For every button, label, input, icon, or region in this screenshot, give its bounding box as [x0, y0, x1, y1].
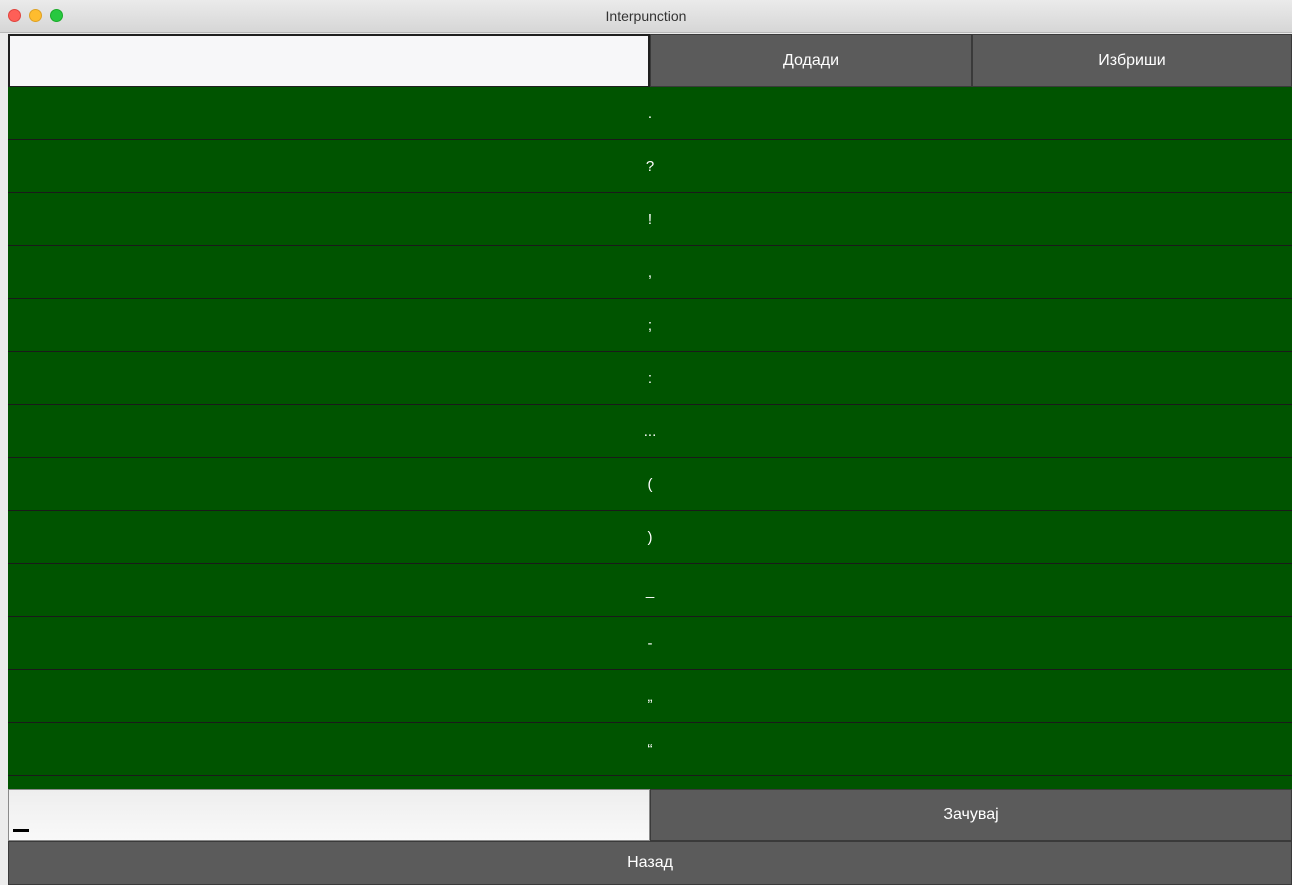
window-title: Interpunction	[605, 8, 687, 24]
list-item[interactable]: .	[8, 87, 1292, 140]
list-item[interactable]: „	[8, 670, 1292, 723]
list-item[interactable]: -	[8, 617, 1292, 670]
text-input[interactable]	[8, 789, 650, 841]
text-cursor	[13, 829, 29, 832]
title-bar: Interpunction	[0, 0, 1292, 33]
add-button[interactable]: Додади	[650, 34, 972, 87]
delete-button[interactable]: Избриши	[972, 34, 1292, 87]
punctuation-input[interactable]	[8, 34, 650, 88]
list-item[interactable]: “	[8, 723, 1292, 776]
list-item[interactable]: ;	[8, 299, 1292, 352]
list-item[interactable]	[8, 776, 1292, 789]
list-item[interactable]: _	[8, 564, 1292, 617]
list-item[interactable]: ,	[8, 246, 1292, 299]
list-item[interactable]: )	[8, 511, 1292, 564]
list-item[interactable]: :	[8, 352, 1292, 405]
punctuation-list[interactable]: . ? ! , ; : ... ( ) _ - „ “	[8, 87, 1292, 789]
save-button[interactable]: Зачувај	[650, 789, 1292, 841]
list-item[interactable]: !	[8, 193, 1292, 246]
list-item[interactable]: (	[8, 458, 1292, 511]
list-item[interactable]: ?	[8, 140, 1292, 193]
list-item[interactable]: ...	[8, 405, 1292, 458]
back-button[interactable]: Назад	[8, 841, 1292, 885]
